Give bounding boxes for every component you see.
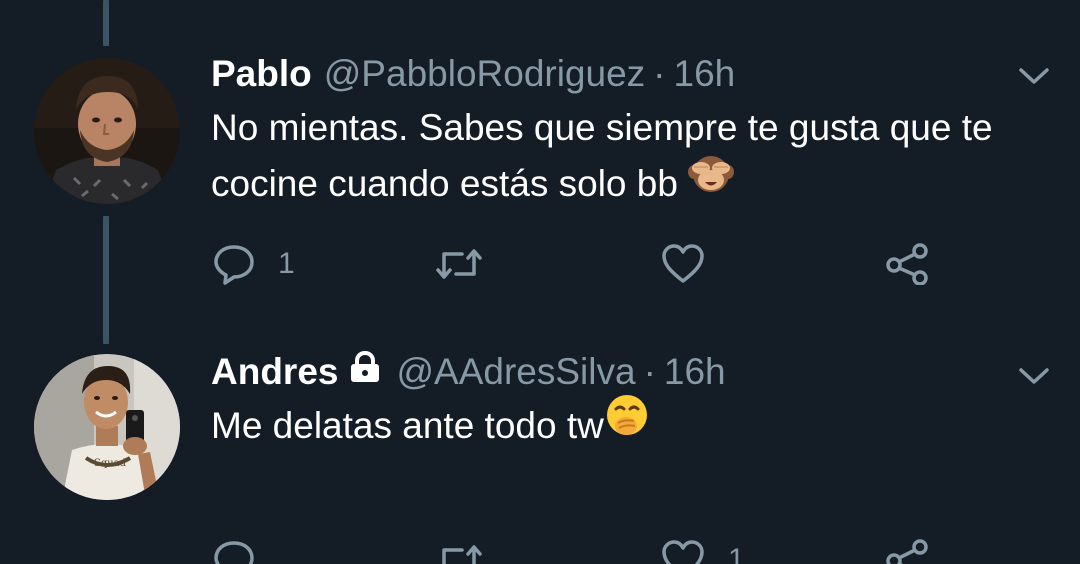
reply-icon (214, 245, 254, 285)
tweet-text-content: Me delatas ante todo tw (211, 405, 604, 446)
tweet-header: Andres @AAdresSilva · 16h (211, 350, 726, 396)
user-handle[interactable]: @AAdresSilva (396, 351, 635, 392)
like-count: 1 (728, 543, 745, 564)
lock-icon (348, 349, 382, 393)
timestamp[interactable]: 16h (674, 53, 736, 94)
tweet-thread: Pablo @PabbloRodriguez · 16h No mientas. Sa… (0, 0, 1080, 564)
share-icon (886, 243, 928, 285)
share-icon (886, 539, 928, 564)
display-name[interactable]: Pablo (211, 53, 312, 94)
retweet-icon (436, 249, 482, 279)
retweet-button[interactable] (434, 538, 506, 564)
like-button[interactable]: 1 (660, 538, 745, 564)
like-button[interactable] (660, 242, 728, 286)
chevron-down-icon[interactable] (1018, 66, 1050, 86)
tweet-pablo[interactable]: Pablo @PabbloRodriguez · 16h No mientas. Sa… (0, 0, 1080, 300)
avatar[interactable] (34, 58, 180, 204)
tweet-actions: 1 (212, 242, 1032, 286)
svg-text:Squad: Squad (94, 458, 127, 469)
separator-dot: · (653, 53, 666, 94)
display-name[interactable]: Andres (211, 351, 338, 392)
timestamp[interactable]: 16h (664, 351, 726, 392)
reply-icon (214, 541, 254, 564)
tweet-header: Pablo @PabbloRodriguez · 16h (211, 52, 735, 96)
share-button[interactable] (884, 242, 930, 286)
tweet-text: No mientas. Sabes que siempre te gusta q… (211, 100, 1041, 215)
see-no-evil-monkey-icon (688, 152, 735, 210)
reply-button[interactable]: 1 (212, 242, 295, 286)
reply-button[interactable] (212, 538, 278, 564)
tweet-text-content: No mientas. Sabes que siempre te gusta q… (211, 107, 993, 204)
tweet-actions: 1 (212, 538, 1032, 564)
retweet-button[interactable] (434, 242, 506, 286)
separator-dot: · (643, 351, 656, 392)
tweet-andres[interactable]: Squad Andres @AAdresSilva · 16h Me delat… (0, 340, 1080, 564)
reply-count: 1 (278, 247, 295, 280)
hand-over-mouth-icon (604, 393, 650, 453)
chevron-down-icon[interactable] (1018, 366, 1050, 386)
tweet-text: Me delatas ante todo tw (211, 395, 1041, 458)
retweet-icon (442, 545, 482, 564)
share-button[interactable] (884, 538, 930, 564)
avatar[interactable]: Squad (34, 354, 180, 500)
heart-icon (662, 540, 704, 564)
heart-icon (662, 244, 704, 283)
user-handle[interactable]: @PabbloRodriguez (324, 53, 645, 94)
